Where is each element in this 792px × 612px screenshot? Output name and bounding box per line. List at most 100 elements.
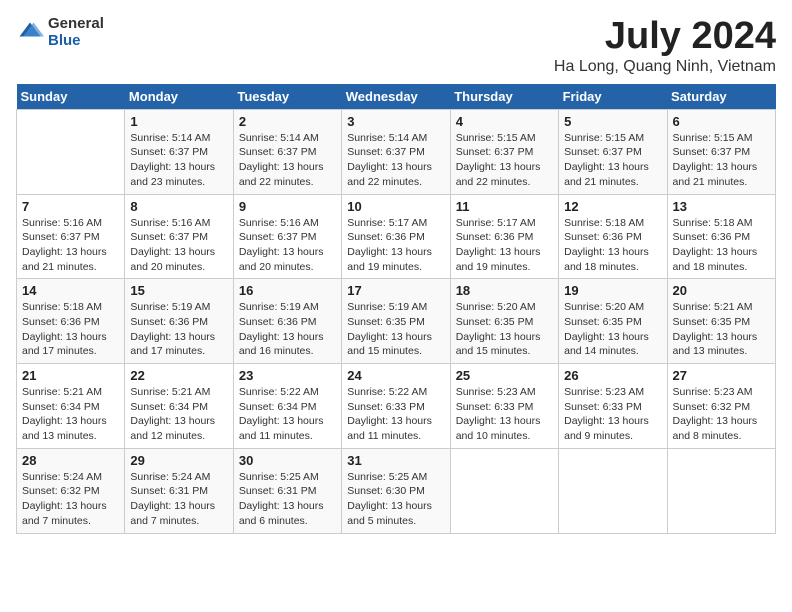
day-info: Sunrise: 5:20 AM Sunset: 6:35 PM Dayligh… <box>456 300 553 359</box>
day-info: Sunrise: 5:25 AM Sunset: 6:31 PM Dayligh… <box>239 470 336 529</box>
calendar-cell: 17 Sunrise: 5:19 AM Sunset: 6:35 PM Dayli… <box>342 279 450 364</box>
calendar-cell <box>559 448 667 533</box>
calendar-week-row: 28Sunrise: 5:24 AM Sunset: 6:32 PM Dayli… <box>17 448 776 533</box>
weekday-header-tuesday: Tuesday <box>233 84 341 110</box>
day-number: 22 <box>130 368 227 383</box>
calendar-cell: 18 Sunrise: 5:20 AM Sunset: 6:35 PM Dayli… <box>450 279 558 364</box>
day-info: Sunrise: 5:16 AM Sunset: 6:37 PM Dayligh… <box>130 216 227 275</box>
day-info: Sunrise: 5:24 AM Sunset: 6:31 PM Dayligh… <box>130 470 227 529</box>
day-info: Sunrise: 5:20 AM Sunset: 6:35 PM Dayligh… <box>564 300 661 359</box>
calendar-cell: 23Sunrise: 5:22 AM Sunset: 6:34 PM Dayli… <box>233 364 341 449</box>
calendar-cell: 25Sunrise: 5:23 AM Sunset: 6:33 PM Dayli… <box>450 364 558 449</box>
logo-general-text: General <box>48 16 104 33</box>
calendar-cell: 10 Sunrise: 5:17 AM Sunset: 6:36 PM Dayli… <box>342 194 450 279</box>
calendar-cell: 9 Sunrise: 5:16 AM Sunset: 6:37 PM Daylig… <box>233 194 341 279</box>
weekday-row: SundayMondayTuesdayWednesdayThursdayFrid… <box>17 84 776 110</box>
calendar-cell: 22 Sunrise: 5:21 AM Sunset: 6:34 PM Dayli… <box>125 364 233 449</box>
calendar-cell: 13 Sunrise: 5:18 AM Sunset: 6:36 PM Dayli… <box>667 194 775 279</box>
calendar-cell: 28Sunrise: 5:24 AM Sunset: 6:32 PM Dayli… <box>17 448 125 533</box>
calendar-header: SundayMondayTuesdayWednesdayThursdayFrid… <box>17 84 776 110</box>
day-info: Sunrise: 5:14 AM Sunset: 6:37 PM Dayligh… <box>239 131 336 190</box>
day-number: 4 <box>456 114 553 129</box>
day-info: Sunrise: 5:23 AM Sunset: 6:32 PM Dayligh… <box>673 385 770 444</box>
day-info: Sunrise: 5:18 AM Sunset: 6:36 PM Dayligh… <box>673 216 770 275</box>
weekday-header-sunday: Sunday <box>17 84 125 110</box>
day-info: Sunrise: 5:15 AM Sunset: 6:37 PM Dayligh… <box>456 131 553 190</box>
day-info: Sunrise: 5:18 AM Sunset: 6:36 PM Dayligh… <box>22 300 119 359</box>
day-info: Sunrise: 5:14 AM Sunset: 6:37 PM Dayligh… <box>130 131 227 190</box>
logo-blue-text: Blue <box>48 33 104 50</box>
day-number: 29 <box>130 453 227 468</box>
day-number: 23 <box>239 368 336 383</box>
day-number: 5 <box>564 114 661 129</box>
day-info: Sunrise: 5:19 AM Sunset: 6:35 PM Dayligh… <box>347 300 444 359</box>
day-info: Sunrise: 5:15 AM Sunset: 6:37 PM Dayligh… <box>564 131 661 190</box>
calendar-cell: 19Sunrise: 5:20 AM Sunset: 6:35 PM Dayli… <box>559 279 667 364</box>
calendar-cell <box>667 448 775 533</box>
day-number: 6 <box>673 114 770 129</box>
day-number: 31 <box>347 453 444 468</box>
calendar-cell: 26 Sunrise: 5:23 AM Sunset: 6:33 PM Dayli… <box>559 364 667 449</box>
day-info: Sunrise: 5:16 AM Sunset: 6:37 PM Dayligh… <box>239 216 336 275</box>
calendar-cell: 5 Sunrise: 5:15 AM Sunset: 6:37 PM Daylig… <box>559 109 667 194</box>
calendar-cell: 31 Sunrise: 5:25 AM Sunset: 6:30 PM Dayli… <box>342 448 450 533</box>
day-number: 9 <box>239 199 336 214</box>
day-number: 24 <box>347 368 444 383</box>
day-info: Sunrise: 5:25 AM Sunset: 6:30 PM Dayligh… <box>347 470 444 529</box>
day-number: 16 <box>239 283 336 298</box>
day-number: 18 <box>456 283 553 298</box>
calendar-cell: 16Sunrise: 5:19 AM Sunset: 6:36 PM Dayli… <box>233 279 341 364</box>
day-number: 14 <box>22 283 119 298</box>
day-number: 28 <box>22 453 119 468</box>
calendar-cell: 7 Sunrise: 5:16 AM Sunset: 6:37 PM Daylig… <box>17 194 125 279</box>
day-info: Sunrise: 5:18 AM Sunset: 6:36 PM Dayligh… <box>564 216 661 275</box>
calendar-week-row: 1Sunrise: 5:14 AM Sunset: 6:37 PM Daylig… <box>17 109 776 194</box>
title-block: July 2024 Ha Long, Quang Ninh, Vietnam <box>554 16 776 76</box>
day-number: 7 <box>22 199 119 214</box>
day-number: 10 <box>347 199 444 214</box>
calendar-cell: 8 Sunrise: 5:16 AM Sunset: 6:37 PM Daylig… <box>125 194 233 279</box>
day-number: 12 <box>564 199 661 214</box>
month-title: July 2024 <box>554 16 776 58</box>
day-number: 27 <box>673 368 770 383</box>
day-number: 11 <box>456 199 553 214</box>
calendar-cell: 4 Sunrise: 5:15 AM Sunset: 6:37 PM Daylig… <box>450 109 558 194</box>
day-info: Sunrise: 5:21 AM Sunset: 6:35 PM Dayligh… <box>673 300 770 359</box>
day-info: Sunrise: 5:19 AM Sunset: 6:36 PM Dayligh… <box>130 300 227 359</box>
calendar-cell <box>450 448 558 533</box>
calendar-week-row: 14 Sunrise: 5:18 AM Sunset: 6:36 PM Dayli… <box>17 279 776 364</box>
day-number: 2 <box>239 114 336 129</box>
day-number: 20 <box>673 283 770 298</box>
day-number: 26 <box>564 368 661 383</box>
day-number: 21 <box>22 368 119 383</box>
day-info: Sunrise: 5:16 AM Sunset: 6:37 PM Dayligh… <box>22 216 119 275</box>
calendar-body: 1Sunrise: 5:14 AM Sunset: 6:37 PM Daylig… <box>17 109 776 533</box>
day-info: Sunrise: 5:15 AM Sunset: 6:37 PM Dayligh… <box>673 131 770 190</box>
day-info: Sunrise: 5:17 AM Sunset: 6:36 PM Dayligh… <box>347 216 444 275</box>
weekday-header-friday: Friday <box>559 84 667 110</box>
day-number: 13 <box>673 199 770 214</box>
day-info: Sunrise: 5:17 AM Sunset: 6:36 PM Dayligh… <box>456 216 553 275</box>
day-number: 8 <box>130 199 227 214</box>
calendar-cell: 29 Sunrise: 5:24 AM Sunset: 6:31 PM Dayli… <box>125 448 233 533</box>
calendar-cell: 3Sunrise: 5:14 AM Sunset: 6:37 PM Daylig… <box>342 109 450 194</box>
calendar-cell: 20 Sunrise: 5:21 AM Sunset: 6:35 PM Dayli… <box>667 279 775 364</box>
day-number: 17 <box>347 283 444 298</box>
logo-text: General Blue <box>48 16 104 49</box>
day-info: Sunrise: 5:23 AM Sunset: 6:33 PM Dayligh… <box>564 385 661 444</box>
calendar-cell <box>17 109 125 194</box>
day-info: Sunrise: 5:21 AM Sunset: 6:34 PM Dayligh… <box>22 385 119 444</box>
day-info: Sunrise: 5:22 AM Sunset: 6:33 PM Dayligh… <box>347 385 444 444</box>
calendar-cell: 21 Sunrise: 5:21 AM Sunset: 6:34 PM Dayli… <box>17 364 125 449</box>
day-number: 25 <box>456 368 553 383</box>
calendar-week-row: 21 Sunrise: 5:21 AM Sunset: 6:34 PM Dayli… <box>17 364 776 449</box>
day-number: 3 <box>347 114 444 129</box>
page-header: General Blue July 2024 Ha Long, Quang Ni… <box>16 16 776 76</box>
day-info: Sunrise: 5:21 AM Sunset: 6:34 PM Dayligh… <box>130 385 227 444</box>
weekday-header-saturday: Saturday <box>667 84 775 110</box>
logo-icon <box>16 19 44 47</box>
day-number: 15 <box>130 283 227 298</box>
calendar-week-row: 7 Sunrise: 5:16 AM Sunset: 6:37 PM Daylig… <box>17 194 776 279</box>
day-number: 30 <box>239 453 336 468</box>
weekday-header-monday: Monday <box>125 84 233 110</box>
